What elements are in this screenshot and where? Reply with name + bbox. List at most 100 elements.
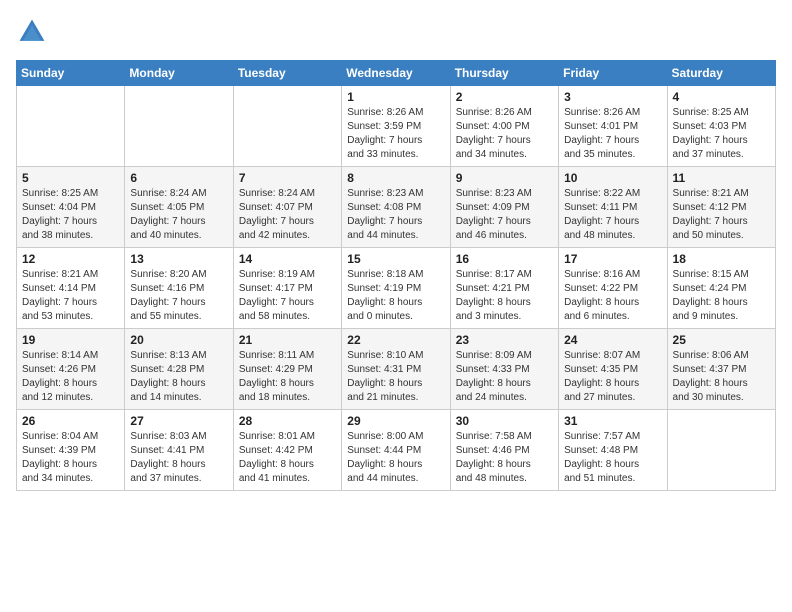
calendar-day-2: 2 Sunrise: 8:26 AM Sunset: 4:00 PM Daylig… <box>450 86 558 167</box>
day-number: 9 <box>456 171 553 185</box>
day-number: 22 <box>347 333 444 347</box>
calendar-week-row: 1 Sunrise: 8:26 AM Sunset: 3:59 PM Daylig… <box>17 86 776 167</box>
day-info: Sunrise: 8:11 AM Sunset: 4:29 PM Dayligh… <box>239 349 336 405</box>
day-number: 11 <box>673 171 770 185</box>
day-info: Sunrise: 8:06 AM Sunset: 4:37 PM Dayligh… <box>673 349 770 405</box>
day-info: Sunrise: 8:26 AM Sunset: 3:59 PM Dayligh… <box>347 106 444 162</box>
day-number: 24 <box>564 333 661 347</box>
day-info: Sunrise: 8:20 AM Sunset: 4:16 PM Dayligh… <box>130 268 227 324</box>
day-number: 30 <box>456 414 553 428</box>
calendar-day-18: 18Sunrise: 8:15 AM Sunset: 4:24 PM Dayli… <box>667 248 775 329</box>
day-info: Sunrise: 8:25 AM Sunset: 4:03 PM Dayligh… <box>673 106 770 162</box>
calendar-table: SundayMondayTuesdayWednesdayThursdayFrid… <box>16 60 776 491</box>
day-info: Sunrise: 8:00 AM Sunset: 4:44 PM Dayligh… <box>347 430 444 486</box>
day-number: 16 <box>456 252 553 266</box>
calendar-day-5: 5Sunrise: 8:25 AM Sunset: 4:04 PM Daylig… <box>17 167 125 248</box>
day-number: 17 <box>564 252 661 266</box>
calendar-day-9: 9 Sunrise: 8:23 AM Sunset: 4:09 PM Daylig… <box>450 167 558 248</box>
calendar-day-19: 19 Sunrise: 8:14 AM Sunset: 4:26 PM Dayli… <box>17 329 125 410</box>
calendar-day-8: 8 Sunrise: 8:23 AM Sunset: 4:08 PM Daylig… <box>342 167 450 248</box>
day-info: Sunrise: 8:09 AM Sunset: 4:33 PM Dayligh… <box>456 349 553 405</box>
day-info: Sunrise: 8:14 AM Sunset: 4:26 PM Dayligh… <box>22 349 119 405</box>
calendar-week-row: 5Sunrise: 8:25 AM Sunset: 4:04 PM Daylig… <box>17 167 776 248</box>
calendar-week-row: 26 Sunrise: 8:04 AM Sunset: 4:39 PM Dayli… <box>17 410 776 491</box>
day-info: Sunrise: 8:17 AM Sunset: 4:21 PM Dayligh… <box>456 268 553 324</box>
calendar-day-24: 24 Sunrise: 8:07 AM Sunset: 4:35 PM Dayli… <box>559 329 667 410</box>
day-number: 2 <box>456 90 553 104</box>
day-info: Sunrise: 8:13 AM Sunset: 4:28 PM Dayligh… <box>130 349 227 405</box>
day-number: 1 <box>347 90 444 104</box>
day-info: Sunrise: 8:26 AM Sunset: 4:01 PM Dayligh… <box>564 106 661 162</box>
calendar-day-15: 15Sunrise: 8:18 AM Sunset: 4:19 PM Dayli… <box>342 248 450 329</box>
day-info: Sunrise: 7:58 AM Sunset: 4:46 PM Dayligh… <box>456 430 553 486</box>
day-number: 29 <box>347 414 444 428</box>
calendar-empty-cell <box>667 410 775 491</box>
day-info: Sunrise: 8:19 AM Sunset: 4:17 PM Dayligh… <box>239 268 336 324</box>
weekday-header-saturday: Saturday <box>667 61 775 86</box>
header <box>16 16 776 48</box>
day-number: 12 <box>22 252 119 266</box>
calendar-day-7: 7Sunrise: 8:24 AM Sunset: 4:07 PM Daylig… <box>233 167 341 248</box>
calendar-day-17: 17 Sunrise: 8:16 AM Sunset: 4:22 PM Dayli… <box>559 248 667 329</box>
calendar-empty-cell <box>233 86 341 167</box>
calendar-day-23: 23 Sunrise: 8:09 AM Sunset: 4:33 PM Dayli… <box>450 329 558 410</box>
calendar-body: 1 Sunrise: 8:26 AM Sunset: 3:59 PM Daylig… <box>17 86 776 491</box>
calendar-day-29: 29 Sunrise: 8:00 AM Sunset: 4:44 PM Dayli… <box>342 410 450 491</box>
calendar-day-22: 22 Sunrise: 8:10 AM Sunset: 4:31 PM Dayli… <box>342 329 450 410</box>
calendar-day-20: 20 Sunrise: 8:13 AM Sunset: 4:28 PM Dayli… <box>125 329 233 410</box>
day-number: 18 <box>673 252 770 266</box>
day-number: 25 <box>673 333 770 347</box>
day-number: 21 <box>239 333 336 347</box>
day-info: Sunrise: 8:26 AM Sunset: 4:00 PM Dayligh… <box>456 106 553 162</box>
day-info: Sunrise: 8:22 AM Sunset: 4:11 PM Dayligh… <box>564 187 661 243</box>
day-info: Sunrise: 8:21 AM Sunset: 4:14 PM Dayligh… <box>22 268 119 324</box>
calendar-empty-cell <box>17 86 125 167</box>
calendar-day-16: 16 Sunrise: 8:17 AM Sunset: 4:21 PM Dayli… <box>450 248 558 329</box>
day-number: 10 <box>564 171 661 185</box>
day-info: Sunrise: 8:07 AM Sunset: 4:35 PM Dayligh… <box>564 349 661 405</box>
day-number: 5 <box>22 171 119 185</box>
day-info: Sunrise: 8:10 AM Sunset: 4:31 PM Dayligh… <box>347 349 444 405</box>
calendar-week-row: 19 Sunrise: 8:14 AM Sunset: 4:26 PM Dayli… <box>17 329 776 410</box>
calendar-day-1: 1 Sunrise: 8:26 AM Sunset: 3:59 PM Daylig… <box>342 86 450 167</box>
calendar-day-25: 25 Sunrise: 8:06 AM Sunset: 4:37 PM Dayli… <box>667 329 775 410</box>
day-number: 31 <box>564 414 661 428</box>
logo-icon <box>16 16 48 48</box>
day-info: Sunrise: 8:04 AM Sunset: 4:39 PM Dayligh… <box>22 430 119 486</box>
weekday-header-monday: Monday <box>125 61 233 86</box>
day-info: Sunrise: 8:23 AM Sunset: 4:08 PM Dayligh… <box>347 187 444 243</box>
page: SundayMondayTuesdayWednesdayThursdayFrid… <box>0 0 792 507</box>
calendar-day-14: 14 Sunrise: 8:19 AM Sunset: 4:17 PM Dayli… <box>233 248 341 329</box>
day-info: Sunrise: 8:23 AM Sunset: 4:09 PM Dayligh… <box>456 187 553 243</box>
day-number: 19 <box>22 333 119 347</box>
calendar-day-6: 6Sunrise: 8:24 AM Sunset: 4:05 PM Daylig… <box>125 167 233 248</box>
calendar-empty-cell <box>125 86 233 167</box>
logo <box>16 16 52 48</box>
day-number: 8 <box>347 171 444 185</box>
calendar-week-row: 12 Sunrise: 8:21 AM Sunset: 4:14 PM Dayli… <box>17 248 776 329</box>
day-number: 15 <box>347 252 444 266</box>
day-number: 28 <box>239 414 336 428</box>
weekday-header-sunday: Sunday <box>17 61 125 86</box>
calendar-day-28: 28Sunrise: 8:01 AM Sunset: 4:42 PM Dayli… <box>233 410 341 491</box>
day-number: 13 <box>130 252 227 266</box>
calendar-day-13: 13 Sunrise: 8:20 AM Sunset: 4:16 PM Dayli… <box>125 248 233 329</box>
calendar-day-30: 30 Sunrise: 7:58 AM Sunset: 4:46 PM Dayli… <box>450 410 558 491</box>
day-number: 4 <box>673 90 770 104</box>
calendar-day-11: 11Sunrise: 8:21 AM Sunset: 4:12 PM Dayli… <box>667 167 775 248</box>
day-info: Sunrise: 8:03 AM Sunset: 4:41 PM Dayligh… <box>130 430 227 486</box>
day-number: 6 <box>130 171 227 185</box>
day-info: Sunrise: 7:57 AM Sunset: 4:48 PM Dayligh… <box>564 430 661 486</box>
day-number: 7 <box>239 171 336 185</box>
calendar-day-10: 10 Sunrise: 8:22 AM Sunset: 4:11 PM Dayli… <box>559 167 667 248</box>
weekday-header-tuesday: Tuesday <box>233 61 341 86</box>
calendar-day-31: 31 Sunrise: 7:57 AM Sunset: 4:48 PM Dayli… <box>559 410 667 491</box>
day-number: 14 <box>239 252 336 266</box>
day-number: 26 <box>22 414 119 428</box>
calendar-day-3: 3Sunrise: 8:26 AM Sunset: 4:01 PM Daylig… <box>559 86 667 167</box>
day-number: 23 <box>456 333 553 347</box>
day-number: 27 <box>130 414 227 428</box>
day-info: Sunrise: 8:16 AM Sunset: 4:22 PM Dayligh… <box>564 268 661 324</box>
calendar-day-12: 12 Sunrise: 8:21 AM Sunset: 4:14 PM Dayli… <box>17 248 125 329</box>
day-number: 20 <box>130 333 227 347</box>
